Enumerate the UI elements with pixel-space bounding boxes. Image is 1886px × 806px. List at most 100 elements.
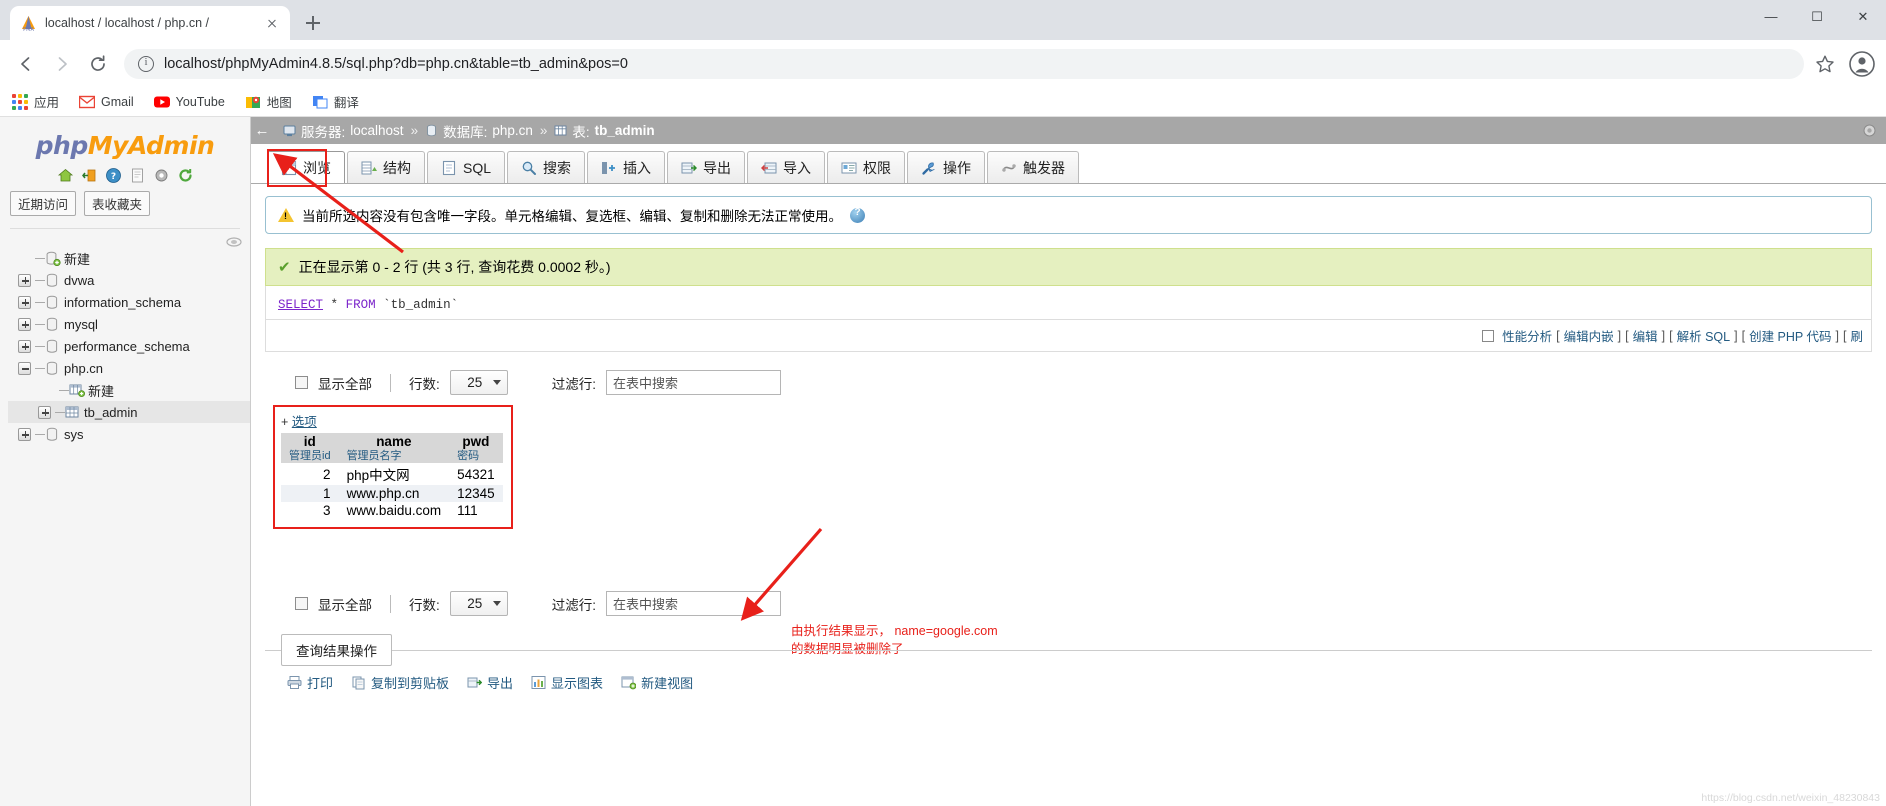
tree-item-performance_schema[interactable]: performance_schema bbox=[8, 335, 250, 357]
table-row[interactable]: 2 php中文网 54321 bbox=[281, 463, 503, 486]
sql-keyword-select[interactable]: SELECT bbox=[278, 298, 323, 312]
result-op-打印[interactable]: 打印 bbox=[287, 673, 333, 692]
tree-item-label[interactable]: information_schema bbox=[64, 295, 181, 310]
profile-avatar-icon[interactable] bbox=[1848, 50, 1876, 78]
bookmark-maps[interactable]: 地图 bbox=[245, 92, 292, 111]
column-header-id[interactable]: id 管理员id bbox=[281, 433, 339, 464]
phpmyadmin-logo[interactable]: phpMyAdmin bbox=[0, 125, 250, 162]
bookmark-translate[interactable]: 翻译 bbox=[312, 92, 359, 111]
tree-item-tb_admin[interactable]: tb_admin bbox=[8, 401, 250, 423]
result-op-新建视图[interactable]: 新建视图 bbox=[621, 673, 693, 692]
filter-input-bottom[interactable]: 在表中搜索 bbox=[606, 591, 782, 617]
filter-placeholder-top: 在表中搜索 bbox=[613, 376, 679, 391]
table-row[interactable]: 1 www.php.cn 12345 bbox=[281, 485, 503, 503]
column-header-pwd[interactable]: pwd 密码 bbox=[449, 433, 503, 464]
watermark-text: https://blog.csdn.net/weixin_48230843 bbox=[1701, 792, 1880, 804]
logout-icon[interactable] bbox=[81, 167, 98, 184]
back-arrow-icon[interactable] bbox=[10, 48, 42, 80]
help-icon[interactable]: ? bbox=[105, 167, 122, 184]
options-toggle[interactable]: + 选项 bbox=[281, 411, 503, 430]
rows-select-bottom[interactable]: 25 bbox=[449, 591, 508, 617]
maximize-button[interactable]: ☐ bbox=[1794, 0, 1840, 32]
tab-搜索[interactable]: 搜索 bbox=[507, 151, 586, 183]
tree-item-label[interactable]: 新建 bbox=[64, 249, 90, 268]
tab-SQL[interactable]: SQL bbox=[427, 151, 506, 183]
tree-item-label[interactable]: mysql bbox=[64, 317, 98, 332]
result-op-导出[interactable]: 导出 bbox=[467, 673, 513, 692]
new-tab-icon[interactable] bbox=[298, 8, 328, 38]
profiling-label: 性能分析 bbox=[1502, 330, 1553, 344]
info-icon[interactable] bbox=[138, 55, 154, 72]
settings-gear-icon[interactable] bbox=[1861, 122, 1878, 139]
show-all-checkbox-top[interactable] bbox=[295, 376, 308, 389]
expand-icon[interactable] bbox=[18, 317, 31, 331]
tab-导入[interactable]: 导入 bbox=[747, 151, 826, 183]
recent-access-pill[interactable]: 近期访问 bbox=[10, 191, 77, 216]
link-edit-inline[interactable]: 编辑内嵌 bbox=[1564, 326, 1614, 345]
home-icon[interactable] bbox=[57, 167, 74, 184]
link-parse-sql[interactable]: 解析 SQL bbox=[1677, 326, 1731, 345]
expand-icon[interactable] bbox=[18, 273, 31, 287]
tree-item-label[interactable]: php.cn bbox=[64, 361, 103, 376]
result-op-显示图表[interactable]: 显示图表 bbox=[531, 673, 603, 692]
expand-icon[interactable] bbox=[18, 295, 31, 309]
tree-item-sys[interactable]: sys bbox=[8, 423, 250, 445]
result-op-复制到剪贴板[interactable]: 复制到剪贴板 bbox=[351, 673, 449, 692]
column-header-name[interactable]: name 管理员名字 bbox=[338, 433, 450, 464]
favorite-tables-pill[interactable]: 表收藏夹 bbox=[84, 191, 151, 216]
breadcrumb-db-value[interactable]: php.cn bbox=[492, 123, 533, 138]
tree-item-label[interactable]: dvwa bbox=[64, 273, 94, 288]
tree-item-label[interactable]: performance_schema bbox=[64, 339, 190, 354]
show-all-checkbox-bottom[interactable] bbox=[295, 597, 308, 611]
tree-item-information_schema[interactable]: information_schema bbox=[8, 291, 250, 313]
bookmark-gmail[interactable]: Gmail bbox=[78, 94, 134, 110]
tab-触发器[interactable]: 触发器 bbox=[987, 151, 1080, 183]
link-refresh[interactable]: 刷 bbox=[1850, 326, 1863, 345]
tree-item-label[interactable]: 新建 bbox=[88, 381, 114, 400]
tab-导出[interactable]: 导出 bbox=[667, 151, 746, 183]
filter-input-top[interactable]: 在表中搜索 bbox=[606, 370, 782, 395]
rows-select-top[interactable]: 25 bbox=[449, 370, 508, 395]
tab-浏览[interactable]: 浏览 bbox=[267, 151, 345, 183]
address-bar[interactable]: localhost/phpMyAdmin4.8.5/sql.php?db=php… bbox=[124, 48, 1804, 79]
link-edit[interactable]: 编辑 bbox=[1633, 326, 1658, 345]
help-question-icon[interactable] bbox=[850, 207, 865, 223]
tree-item-label[interactable]: sys bbox=[64, 427, 84, 442]
tree-item-[interactable]: 新建 bbox=[8, 379, 250, 401]
browser-tab[interactable]: PMA localhost / localhost / php.cn / bbox=[10, 6, 290, 40]
docs-icon[interactable] bbox=[129, 167, 146, 184]
minimize-button[interactable]: — bbox=[1748, 0, 1794, 32]
column-comment: 管理员名字 bbox=[346, 449, 402, 462]
bookmark-apps[interactable]: 应用 bbox=[12, 92, 59, 111]
forward-arrow-icon[interactable] bbox=[46, 48, 78, 80]
expand-icon[interactable] bbox=[18, 339, 31, 353]
bookmark-star-icon[interactable] bbox=[1814, 53, 1836, 75]
expand-icon[interactable] bbox=[38, 405, 51, 419]
column-comment: 密码 bbox=[457, 449, 480, 462]
close-icon[interactable] bbox=[264, 15, 280, 31]
tab-结构[interactable]: 结构 bbox=[347, 151, 425, 183]
link-create-php[interactable]: 创建 PHP 代码 bbox=[1749, 326, 1831, 345]
bookmark-youtube[interactable]: YouTube bbox=[153, 94, 225, 110]
tree-item-label[interactable]: tb_admin bbox=[84, 405, 137, 420]
window-close-button[interactable]: ✕ bbox=[1840, 0, 1886, 32]
tab-插入[interactable]: 插入 bbox=[587, 151, 666, 183]
refresh-icon[interactable] bbox=[177, 167, 194, 184]
settings-gear-icon[interactable] bbox=[153, 167, 170, 184]
tab-操作[interactable]: 操作 bbox=[907, 151, 986, 183]
tree-item-dvwa[interactable]: dvwa bbox=[8, 269, 250, 291]
expand-icon[interactable] bbox=[18, 427, 31, 441]
breadcrumb-server-value[interactable]: localhost bbox=[350, 123, 403, 138]
tabs-container: 浏览 结构 SQL 搜索 插入 导出 导入 权限 操作 触发器 bbox=[251, 144, 1886, 187]
tree-item-mysql[interactable]: mysql bbox=[8, 313, 250, 335]
reload-icon[interactable] bbox=[82, 48, 114, 80]
breadcrumb-back-icon[interactable]: ← bbox=[251, 117, 273, 144]
collapse-icon[interactable] bbox=[18, 361, 31, 375]
export-icon bbox=[467, 675, 483, 690]
profiling-checkbox[interactable] bbox=[1482, 329, 1495, 342]
breadcrumb-table-value[interactable]: tb_admin bbox=[595, 123, 655, 138]
tab-权限[interactable]: 权限 bbox=[827, 151, 906, 183]
table-row[interactable]: 3 www.baidu.com 111 bbox=[281, 502, 503, 520]
tree-item-[interactable]: 新建 bbox=[8, 247, 250, 269]
tree-item-php.cn[interactable]: php.cn bbox=[8, 357, 250, 379]
